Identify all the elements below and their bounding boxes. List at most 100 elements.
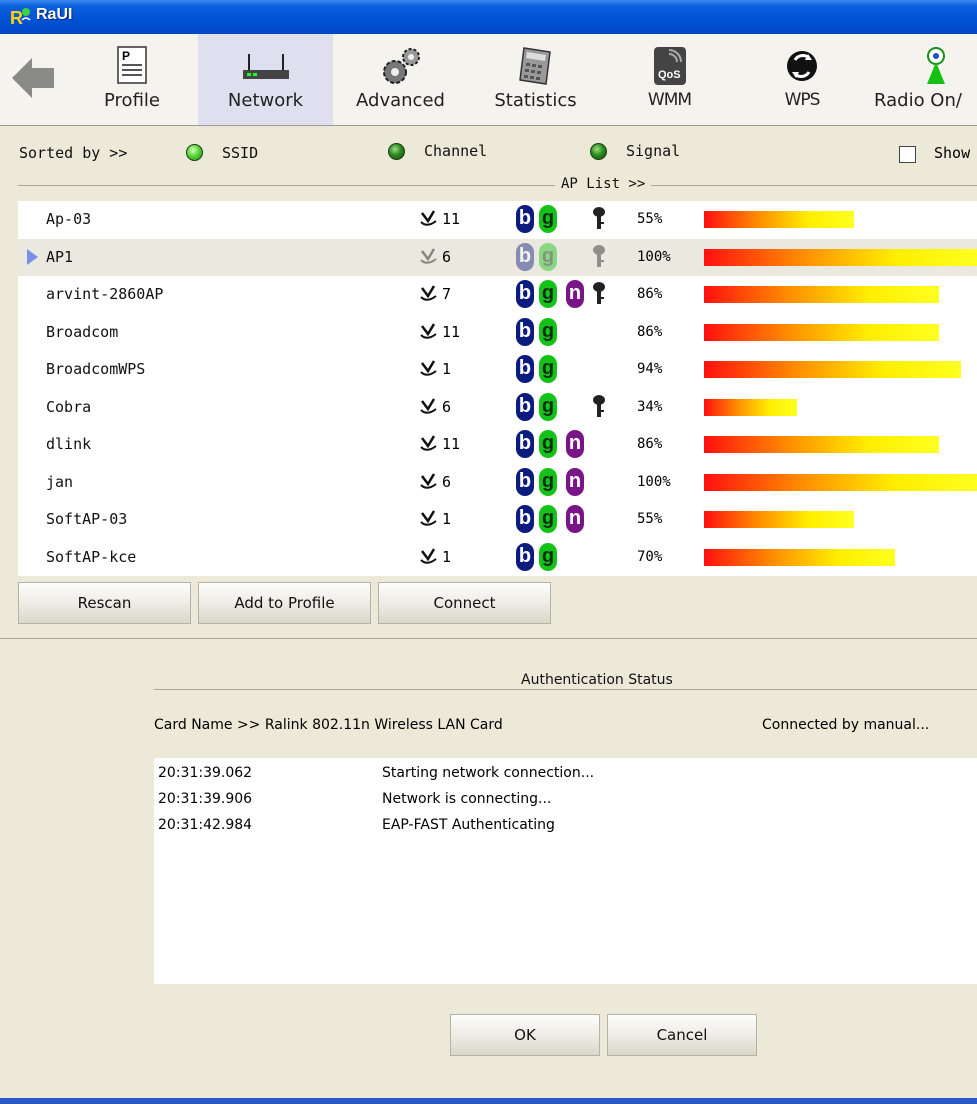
mode-b-icon: b: [516, 468, 534, 496]
toolbar-radio-button[interactable]: Radio On/: [868, 34, 977, 125]
auth-status-divider: [154, 689, 977, 690]
toolbar-advanced-button[interactable]: Advanced: [333, 34, 468, 125]
window-border: [0, 1098, 977, 1104]
ap-row[interactable]: Cobra 6 b g 34%: [18, 389, 977, 426]
ap-channel: 11: [442, 323, 461, 341]
ap-row[interactable]: Broadcom 11 b g 86%: [18, 314, 977, 351]
ap-ssid: dlink: [46, 435, 92, 453]
ap-list-title: AP List >>: [555, 176, 652, 192]
wps-icon: [787, 51, 817, 81]
ap-row[interactable]: dlink 11 b g n 86%: [18, 426, 977, 463]
ap-row[interactable]: Ap-03 11 b g 55%: [18, 201, 977, 238]
sort-signal-label[interactable]: Signal: [626, 142, 680, 160]
ap-signal-percent: 86%: [637, 324, 663, 340]
signal-strength-bar: [704, 324, 939, 341]
ap-channel: 1: [442, 548, 452, 566]
mode-g-icon: g: [539, 393, 557, 421]
signal-strength-bar: [704, 211, 854, 228]
log-time: 20:31:39.906: [158, 791, 253, 807]
card-name: Card Name >> Ralink 802.11n Wireless LAN…: [154, 717, 503, 733]
ap-channel: 11: [442, 435, 461, 453]
ap-row[interactable]: SoftAP-03 1 b g n 55%: [18, 501, 977, 538]
sorted-by-label: Sorted by >>: [19, 144, 128, 162]
log-entry: 20:31:39.062 Starting network connection.…: [154, 758, 977, 784]
ap-ssid: AP1: [46, 248, 74, 266]
ap-ssid: SoftAP-kce: [46, 548, 137, 566]
ap-row[interactable]: jan 6 b g n 100%: [18, 464, 977, 501]
signal-strength-bar: [704, 361, 961, 378]
ap-list[interactable]: Ap-03 11 b g 55% AP1 6 b g 100% arvint-2860AP 7 b g n 8…: [18, 201, 977, 576]
show-label[interactable]: Show: [934, 144, 970, 162]
show-checkbox[interactable]: [899, 146, 916, 163]
ap-signal-percent: 70%: [637, 549, 663, 565]
ap-channel: 6: [442, 248, 452, 266]
ap-row[interactable]: AP1 6 b g 100%: [18, 239, 977, 276]
cancel-button[interactable]: Cancel: [607, 1014, 757, 1056]
title-bar[interactable]: R RaUI: [0, 0, 977, 34]
mode-b-icon: b: [516, 280, 534, 308]
mode-g-icon: g: [539, 355, 557, 383]
sort-signal-radio[interactable]: [590, 143, 607, 160]
security-key-icon: [593, 395, 605, 417]
mode-b-icon: b: [516, 543, 534, 571]
channel-icon: [420, 473, 437, 489]
ok-button[interactable]: OK: [450, 1014, 600, 1056]
ap-row[interactable]: SoftAP-kce 1 b g 70%: [18, 539, 977, 576]
signal-strength-bar: [704, 399, 797, 416]
mode-n-icon: n: [566, 430, 584, 458]
sort-channel-radio[interactable]: [388, 143, 405, 160]
ap-ssid: Broadcom: [46, 323, 119, 341]
profile-document-icon: P: [117, 46, 147, 84]
signal-strength-bar: [704, 549, 895, 566]
back-button[interactable]: [0, 34, 66, 125]
ap-ssid: arvint-2860AP: [46, 285, 164, 303]
signal-strength-bar: [704, 474, 977, 491]
ap-row[interactable]: arvint-2860AP 7 b g n 86%: [18, 276, 977, 313]
toolbar: P Profile Network Advanced Statistics Qo…: [0, 34, 977, 126]
mode-g-icon: g: [539, 280, 557, 308]
gears-icon: [382, 48, 420, 84]
ap-channel: 7: [442, 285, 452, 303]
toolbar-network-label: Network: [227, 90, 304, 111]
sort-channel-label[interactable]: Channel: [424, 142, 487, 160]
ap-channel: 6: [442, 398, 452, 416]
qos-text: QoS: [658, 69, 681, 81]
log-time: 20:31:42.984: [158, 817, 253, 833]
ap-signal-percent: 55%: [637, 511, 663, 527]
toolbar-wps-button[interactable]: WPS: [736, 34, 868, 125]
sort-ssid-radio[interactable]: [186, 144, 203, 161]
selected-row-arrow-icon: [27, 249, 38, 265]
toolbar-wmm-label: WMM: [647, 90, 692, 110]
security-key-icon: [593, 282, 605, 304]
router-icon: [242, 54, 289, 79]
ap-channel: 1: [442, 360, 452, 378]
toolbar-network-button[interactable]: Network: [198, 34, 333, 125]
log-message: Network is connecting...: [382, 791, 552, 807]
add-to-profile-button[interactable]: Add to Profile: [198, 582, 371, 624]
ap-row[interactable]: BroadcomWPS 1 b g 94%: [18, 351, 977, 388]
toolbar-profile-button[interactable]: P Profile: [66, 34, 198, 125]
ap-signal-percent: 86%: [637, 286, 663, 302]
mode-g-icon: g: [539, 505, 557, 533]
signal-strength-bar: [704, 511, 854, 528]
qos-icon: QoS: [653, 47, 686, 85]
svg-text:R: R: [10, 8, 23, 28]
mode-g-icon: g: [539, 318, 557, 346]
rescan-button[interactable]: Rescan: [18, 582, 191, 624]
log-entry: 20:31:39.906 Network is connecting...: [154, 784, 977, 810]
channel-icon: [420, 248, 437, 264]
mode-b-icon: b: [516, 205, 534, 233]
ap-channel: 6: [442, 473, 452, 491]
toolbar-wmm-button[interactable]: QoS WMM: [603, 34, 736, 125]
toolbar-wps-label: WPS: [784, 90, 821, 110]
toolbar-statistics-button[interactable]: Statistics: [468, 34, 603, 125]
signal-strength-bar: [704, 436, 939, 453]
toolbar-advanced-label: Advanced: [356, 90, 445, 111]
sort-ssid-label[interactable]: SSID: [222, 144, 258, 162]
channel-icon: [420, 398, 437, 414]
connect-button[interactable]: Connect: [378, 582, 551, 624]
channel-icon: [420, 435, 437, 451]
auth-log: 20:31:39.062 Starting network connection.…: [154, 758, 977, 984]
mode-n-icon: n: [566, 505, 584, 533]
channel-icon: [420, 285, 437, 301]
